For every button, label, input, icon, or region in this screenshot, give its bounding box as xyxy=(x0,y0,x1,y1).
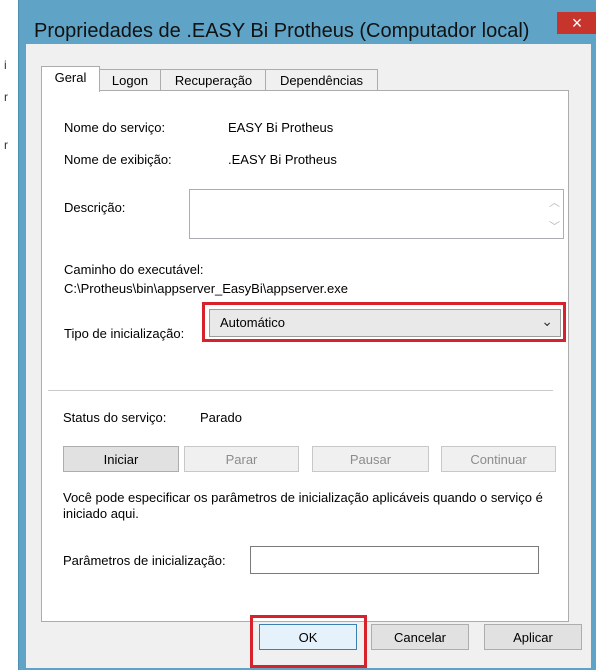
background-text-fragment: i xyxy=(4,58,7,72)
apply-button[interactable]: Aplicar xyxy=(484,624,582,650)
pause-button[interactable]: Pausar xyxy=(312,446,429,472)
general-tab-panel: Nome do serviço: EASY Bi Protheus Nome d… xyxy=(41,90,569,622)
properties-dialog: Propriedades de .EASY Bi Protheus (Compu… xyxy=(18,0,596,670)
startup-type-label: Tipo de inicialização: xyxy=(64,326,185,341)
tab-dependencias[interactable]: Dependências xyxy=(265,69,378,91)
startup-params-input[interactable] xyxy=(250,546,539,574)
start-button[interactable]: Iniciar xyxy=(63,446,179,472)
background-text-fragment: r xyxy=(4,138,8,152)
resume-button[interactable]: Continuar xyxy=(441,446,556,472)
scroll-down-icon[interactable]: ﹀ xyxy=(546,218,563,234)
scroll-up-icon[interactable]: ︿ xyxy=(546,194,563,210)
exe-path-label: Caminho do executável: xyxy=(64,262,204,277)
exe-path-value: C:\Protheus\bin\appserver_EasyBi\appserv… xyxy=(64,281,348,296)
background-window: i r r xyxy=(0,0,19,670)
description-field[interactable]: ︿ ﹀ xyxy=(189,189,564,239)
divider xyxy=(48,390,553,391)
display-name-label: Nome de exibição: xyxy=(64,152,172,167)
close-icon: × xyxy=(571,13,583,33)
service-status-label: Status do serviço: xyxy=(63,410,167,425)
service-status-value: Parado xyxy=(200,410,242,425)
display-name-value: .EASY Bi Protheus xyxy=(228,152,337,167)
service-name-value: EASY Bi Protheus xyxy=(228,120,334,135)
description-label: Descrição: xyxy=(64,200,126,215)
dialog-client-area: Geral Logon Recuperação Dependências Nom… xyxy=(26,44,591,668)
tab-geral[interactable]: Geral xyxy=(41,66,100,92)
close-button[interactable]: × xyxy=(557,12,596,34)
description-scrollbar[interactable]: ︿ ﹀ xyxy=(546,190,563,238)
stop-button[interactable]: Parar xyxy=(184,446,299,472)
highlight-startup-type xyxy=(202,302,566,342)
service-name-label: Nome do serviço: xyxy=(64,120,166,135)
highlight-ok-button xyxy=(250,615,367,668)
tab-recuperacao[interactable]: Recuperação xyxy=(160,69,267,91)
dialog-title: Propriedades de .EASY Bi Protheus (Compu… xyxy=(34,20,530,42)
params-label: Parâmetros de inicialização: xyxy=(63,553,226,568)
background-text-fragment: r xyxy=(4,90,8,104)
title-bar[interactable]: Propriedades de .EASY Bi Protheus (Compu… xyxy=(19,0,596,42)
tab-logon[interactable]: Logon xyxy=(98,69,162,91)
params-hint-text: Você pode especificar os parâmetros de i… xyxy=(63,490,543,521)
cancel-button[interactable]: Cancelar xyxy=(371,624,469,650)
